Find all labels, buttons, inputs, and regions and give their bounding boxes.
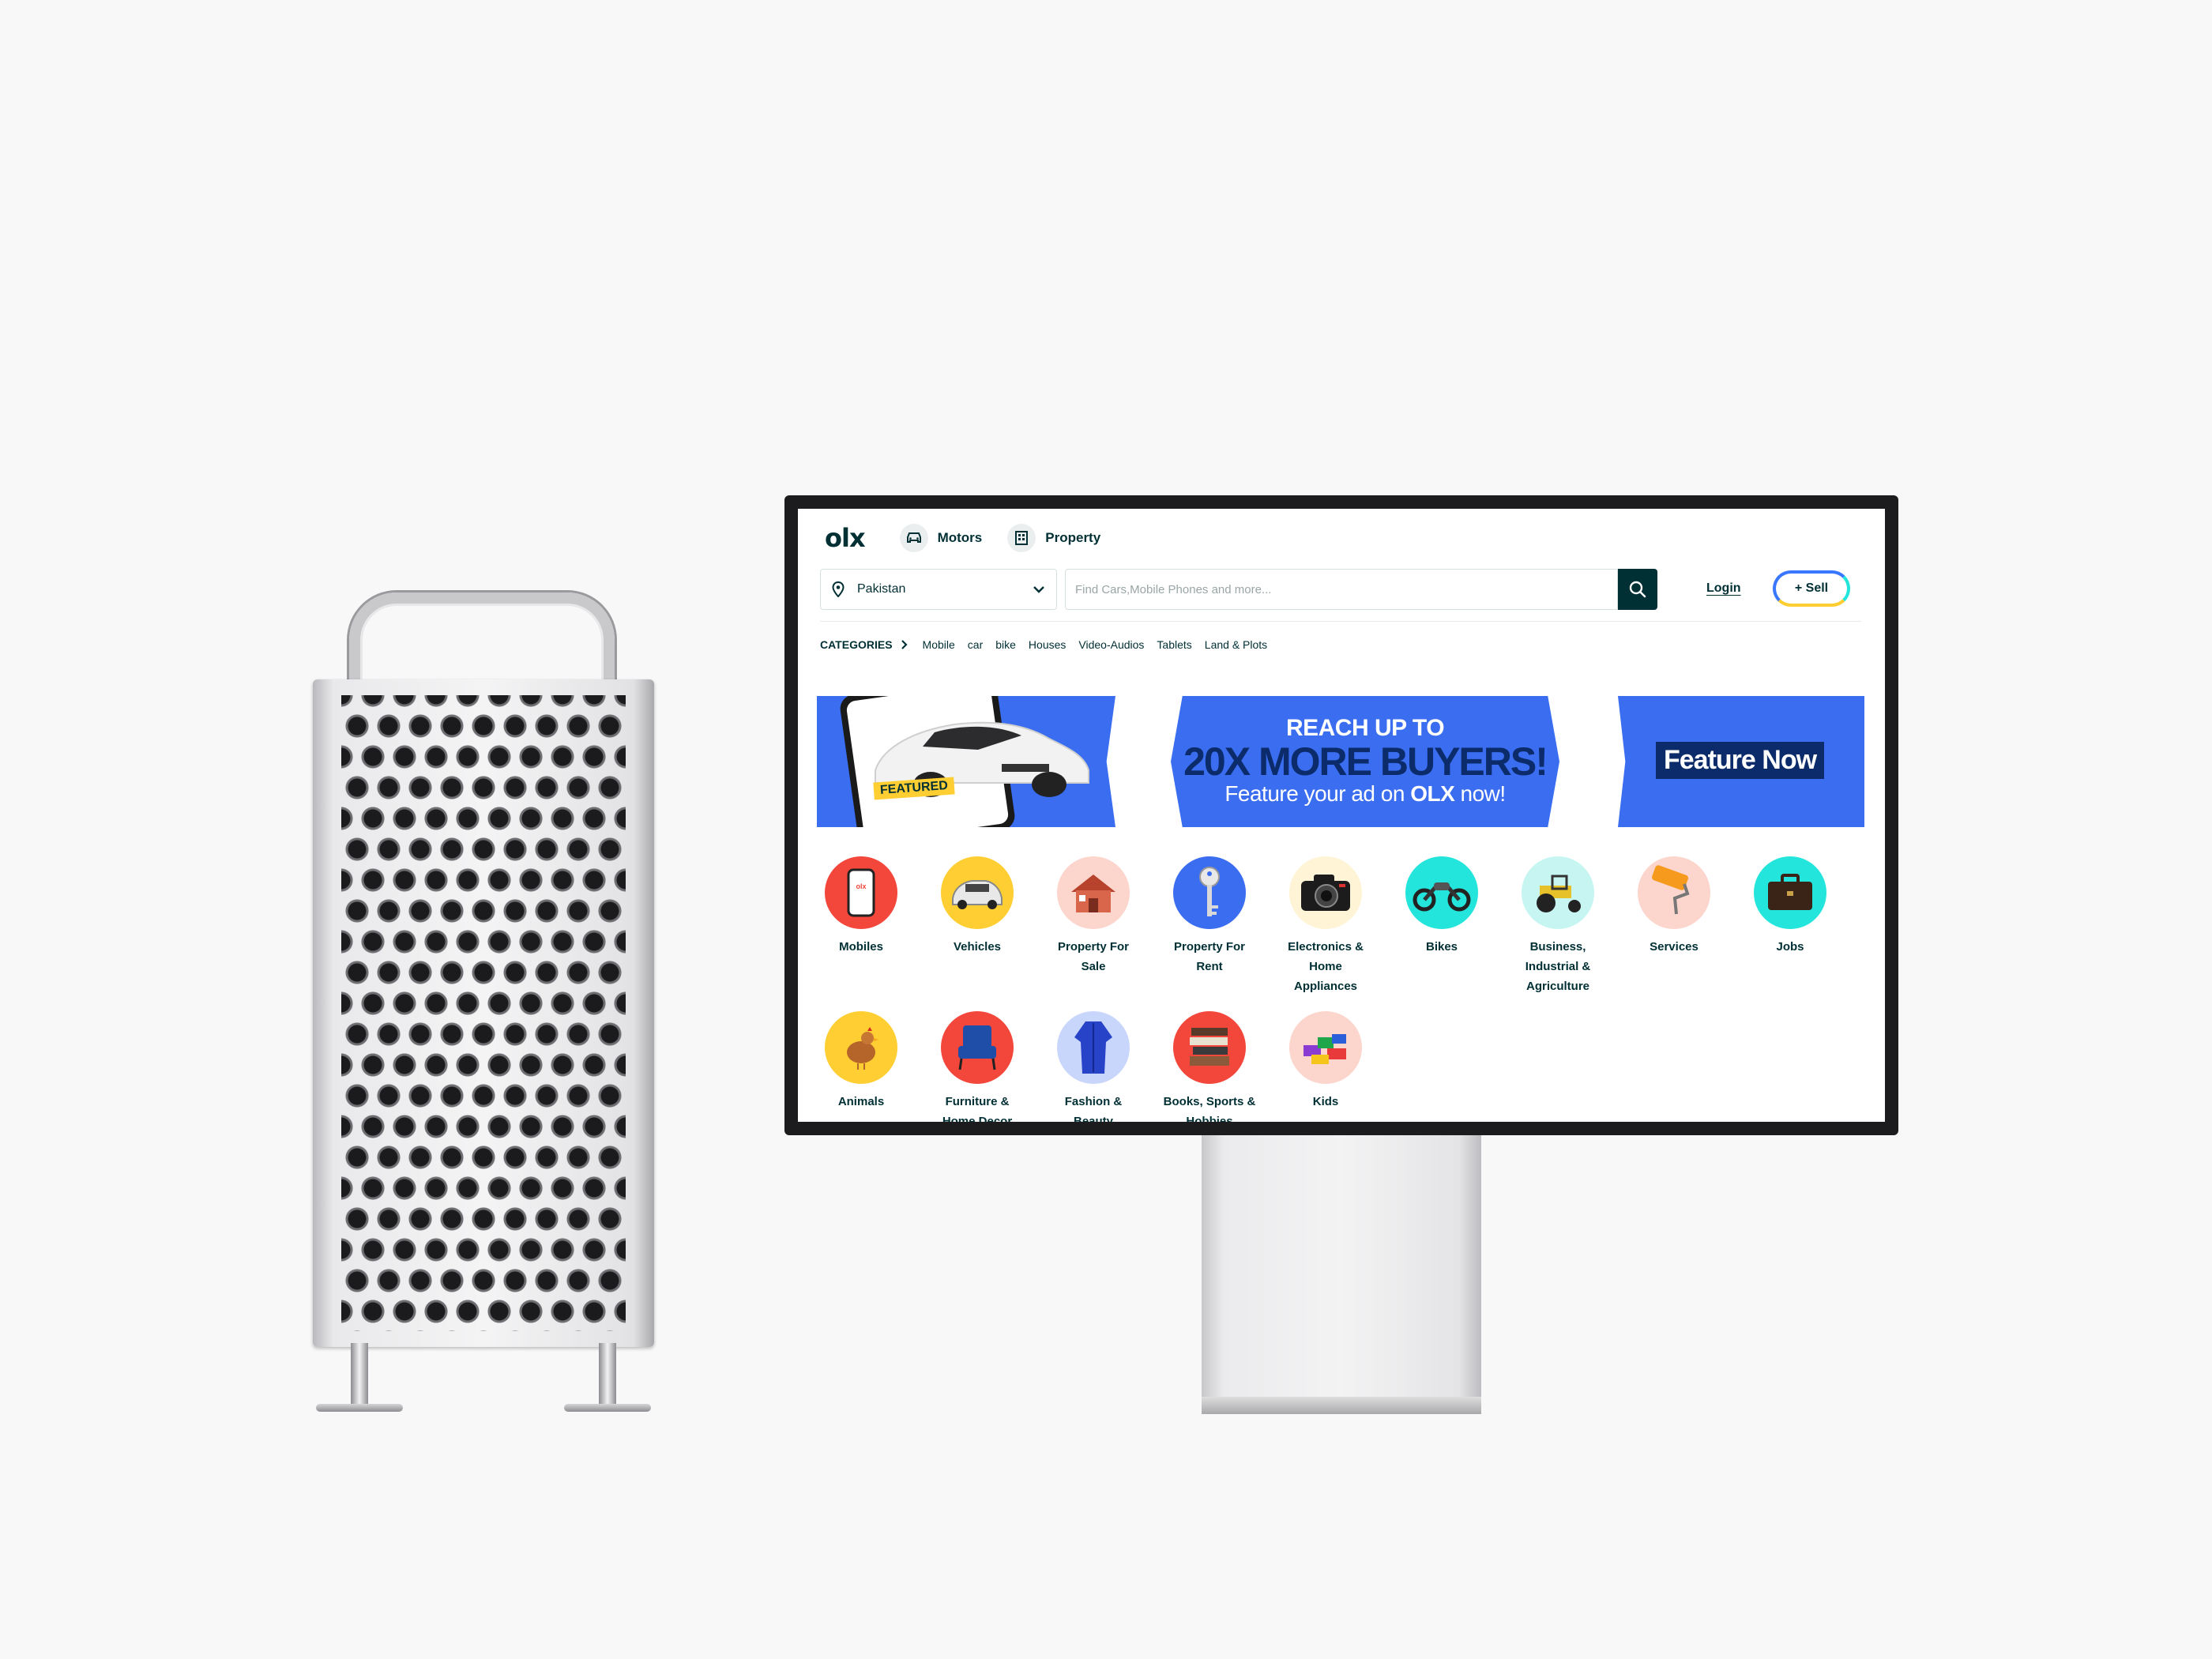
search-input[interactable] — [1074, 581, 1609, 597]
category-tile-label: Kids — [1312, 1095, 1339, 1108]
category-tile-property-for-rent[interactable]: Property For Rent — [1162, 856, 1257, 976]
briefcase-icon — [1754, 856, 1826, 929]
category-tile-fashion[interactable]: Fashion & Beauty — [1046, 1011, 1141, 1122]
category-tile-bikes[interactable]: Bikes — [1394, 856, 1489, 957]
category-link-tablets[interactable]: Tablets — [1157, 638, 1191, 651]
category-tile-animals[interactable]: Animals — [814, 1011, 908, 1112]
category-tile-label: Electronics & Home Appliances — [1288, 940, 1364, 993]
header-divider — [820, 621, 1861, 622]
promo-banner-reach-buyers[interactable]: REACH UP TO 20X MORE BUYERS! Feature you… — [1171, 696, 1559, 827]
category-tile-electronics[interactable]: Electronics & Home Appliances — [1278, 856, 1373, 996]
tower-foot — [564, 1404, 651, 1412]
category-tile-property-for-sale[interactable]: Property For Sale — [1046, 856, 1141, 976]
books-icon — [1173, 1011, 1246, 1084]
category-tile-services[interactable]: Services — [1627, 856, 1721, 957]
category-tile-vehicles[interactable]: Vehicles — [930, 856, 1025, 957]
promo-banner-feature-now[interactable]: Feature Now — [1618, 696, 1864, 827]
hen-icon — [825, 1011, 897, 1084]
category-tile-label: Business, Industrial & Agriculture — [1525, 940, 1591, 993]
category-link-land-plots[interactable]: Land & Plots — [1205, 638, 1267, 651]
motorbike-icon — [1405, 856, 1478, 929]
all-categories-toggle[interactable]: CATEGORIES — [820, 638, 910, 651]
tower-body — [313, 679, 654, 1347]
banner-headline-1: REACH UP TO — [1285, 715, 1445, 741]
olx-web-page: olx Motors Property Pakistan Login + Sel — [798, 509, 1885, 1122]
category-tile-kids[interactable]: Kids — [1278, 1011, 1373, 1112]
category-tile-label: Property For Rent — [1173, 940, 1245, 973]
sell-button[interactable]: + Sell — [1773, 570, 1850, 607]
robe-icon — [1057, 1011, 1130, 1084]
category-tile-label: Animals — [837, 1095, 885, 1108]
search-row: Pakistan Login + Sell — [820, 569, 1861, 611]
car-icon — [941, 856, 1014, 929]
category-tile-furniture[interactable]: Furniture & Home Decor — [930, 1011, 1025, 1122]
category-link-car[interactable]: car — [968, 638, 983, 651]
category-link-houses[interactable]: Houses — [1029, 638, 1066, 651]
categories-bar: CATEGORIES Mobile car bike Houses Video-… — [820, 638, 1280, 651]
svg-text:olx: olx — [856, 882, 866, 890]
car-icon — [899, 524, 928, 552]
category-tile-label: Services — [1650, 940, 1698, 954]
tower-leg — [599, 1343, 616, 1406]
nav-property-label: Property — [1045, 530, 1101, 545]
key-icon — [1173, 856, 1246, 929]
tower-foot — [316, 1404, 403, 1412]
toy-blocks-icon — [1289, 1011, 1362, 1084]
login-link[interactable]: Login — [1706, 581, 1741, 596]
tower-leg — [351, 1343, 368, 1406]
paint-roller-icon — [1638, 856, 1710, 929]
category-tile-label: Jobs — [1776, 940, 1804, 954]
category-tile-label: Furniture & Home Decor — [942, 1095, 1013, 1122]
category-tile-label: Mobiles — [839, 940, 883, 954]
category-link-mobile[interactable]: Mobile — [923, 638, 955, 651]
search-field — [1065, 569, 1618, 610]
category-tile-label: Books, Sports & Hobbies — [1163, 1095, 1256, 1122]
olx-logo[interactable]: olx — [825, 523, 866, 553]
search-button[interactable] — [1618, 569, 1657, 610]
category-tile-label: Fashion & Beauty — [1064, 1095, 1123, 1122]
banner-headline-2: 20X MORE BUYERS! — [1183, 739, 1548, 784]
category-link-video-audios[interactable]: Video-Audios — [1078, 638, 1144, 651]
house-icon — [1057, 856, 1130, 929]
tractor-icon — [1522, 856, 1594, 929]
banner-tagline: Feature your ad on OLX now! — [1224, 781, 1506, 806]
category-tile-books-sports[interactable]: Books, Sports & Hobbies — [1162, 1011, 1257, 1122]
armchair-icon — [941, 1011, 1014, 1084]
monitor-stand — [1202, 1135, 1481, 1406]
location-select[interactable]: Pakistan — [820, 569, 1057, 610]
nav-motors-label: Motors — [937, 530, 983, 545]
feature-now-button[interactable]: Feature Now — [1656, 742, 1825, 779]
promo-banner-featured-car[interactable]: FEATURED Rs 5,270,000 — [817, 696, 1115, 827]
category-tile-label: Bikes — [1425, 940, 1458, 954]
chevron-right-icon — [901, 640, 908, 649]
location-value: Pakistan — [857, 582, 906, 596]
category-tile-business[interactable]: Business, Industrial & Agriculture — [1510, 856, 1605, 996]
nav-motors[interactable]: Motors — [899, 524, 983, 552]
category-link-bike[interactable]: bike — [995, 638, 1016, 651]
category-tile-label: Vehicles — [953, 940, 1002, 954]
category-tile-label: Property For Sale — [1057, 940, 1129, 973]
categories-heading: CATEGORIES — [820, 638, 893, 651]
camera-icon — [1289, 856, 1362, 929]
category-tile-jobs[interactable]: Jobs — [1743, 856, 1838, 957]
mobile-phone-icon: olx — [825, 856, 897, 929]
top-nav: olx Motors Property — [825, 518, 1126, 558]
search-icon — [1629, 581, 1646, 598]
monitor-stand-base — [1202, 1397, 1481, 1414]
tower-grille — [341, 695, 626, 1331]
location-pin-icon — [832, 581, 845, 597]
mac-pro-tower — [313, 592, 654, 1418]
building-icon — [1007, 524, 1036, 552]
nav-property[interactable]: Property — [1007, 524, 1100, 552]
category-tile-mobiles[interactable]: olx Mobiles — [814, 856, 908, 957]
chevron-down-icon — [1033, 586, 1044, 593]
